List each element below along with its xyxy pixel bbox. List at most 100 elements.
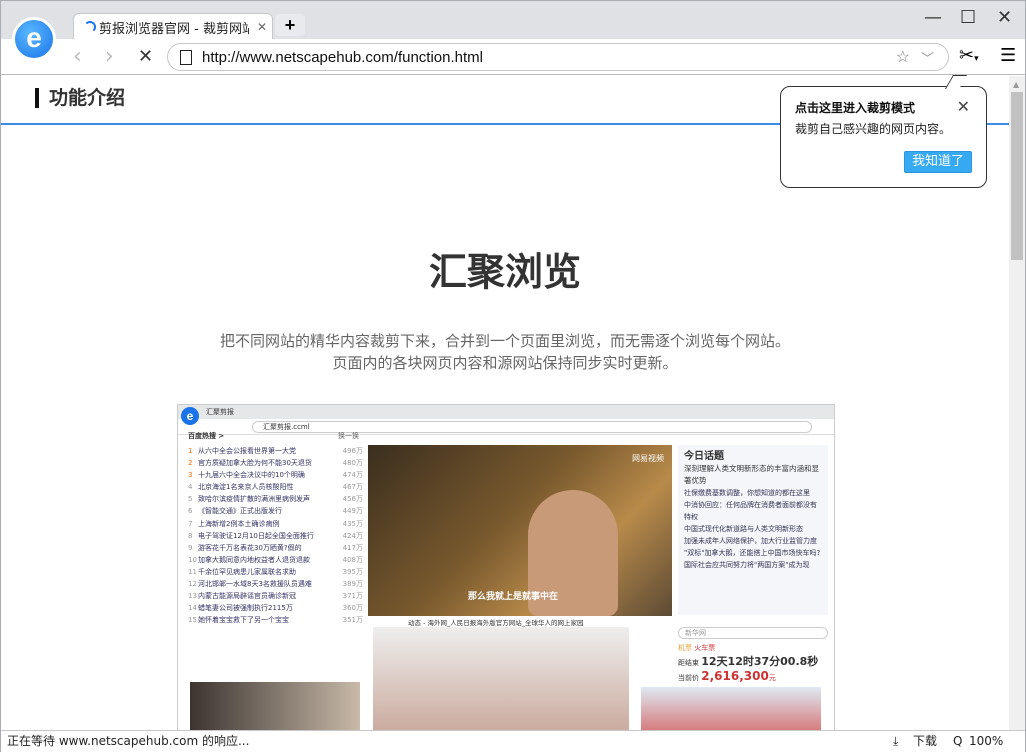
hot-list-item[interactable]: 8 电子驾驶证12月10日起全国全面推行 424万 xyxy=(188,530,363,542)
preview-video: 网易视频 那么我就上是就事中在 xyxy=(368,445,672,616)
hot-list-item[interactable]: 3 十九届六中全会决议中的10个明确 474万 xyxy=(188,469,363,481)
countdown-label: 距结束 xyxy=(678,659,699,667)
countdown: 12天12时37分00.8秒 xyxy=(701,655,819,668)
tab-close-icon[interactable]: ✕ xyxy=(257,20,267,34)
hot-list-item[interactable]: 13 内蒙古能源局辟谣官员确诊新冠 371万 xyxy=(188,590,363,602)
address-bar[interactable]: http://www.netscapehub.com/function.html… xyxy=(167,43,949,71)
train-label: 火车票 xyxy=(694,644,716,652)
got-it-button[interactable]: 我知道了 xyxy=(904,151,972,173)
hot-list: 1 从六中全会公报看世界第一大党 496万 2 官方质疑加拿大脸为何不能30天退货 480… xyxy=(188,445,363,626)
news-item[interactable]: 中国式现代化新道路与人类文明新形态 xyxy=(684,523,822,535)
hot-list-item[interactable]: 15 她怀着宝宝救下了另一个宝宝 351万 xyxy=(188,614,363,626)
rank: 11 xyxy=(188,567,197,576)
hot-list-item[interactable]: 10 加拿大鹅同意内地权益者人退货退款 408万 xyxy=(188,554,363,566)
tab-bar: 剪报浏览器官网 - 裁剪网站 ✕ + — ☐ ✕ xyxy=(1,1,1025,40)
stop-button[interactable]: ✕ xyxy=(138,46,153,67)
hot-count: 424万 xyxy=(342,531,363,540)
status-bar: 正在等待 www.netscapehub.com 的响应... ⤓ 下载 Q 1… xyxy=(1,730,1025,752)
rank: 12 xyxy=(188,580,197,589)
hot-count: 417万 xyxy=(342,543,363,552)
zoom-icon[interactable]: Q xyxy=(953,731,962,751)
rank: 9 xyxy=(188,543,193,552)
news-item[interactable]: 中消协回应：任何品牌在消费者面前都没有特权 xyxy=(684,499,822,523)
hot-count: 371万 xyxy=(342,592,363,601)
video-brand: 网易视频 xyxy=(632,454,664,463)
clip-mode-scissors-icon[interactable]: ✂▾ xyxy=(959,45,979,66)
video-caption: 那么我就上是就事中在 xyxy=(468,592,559,602)
hot-list-item[interactable]: 1 从六中全会公报看世界第一大党 496万 xyxy=(188,445,363,457)
hot-list-item[interactable]: 2 官方质疑加拿大脸为何不能30天退货 480万 xyxy=(188,457,363,469)
news-brand: 今日话题 xyxy=(684,451,724,462)
hot-list-item[interactable]: 4 北京海淀1名来京人员核酸阳性 467万 xyxy=(188,481,363,493)
toolbar: ‹ › ✕ http://www.netscapehub.com/functio… xyxy=(1,39,1025,75)
close-icon[interactable]: ✕ xyxy=(957,97,970,116)
scrollbar-thumb[interactable] xyxy=(1011,92,1023,260)
ticker: 新华网 机票 火车票 距结束 12天12时37分00.8秒 当前价 2,616,… xyxy=(678,627,828,683)
hot-title-text: 河北邯郸一水域8天3名救援队员遇难 xyxy=(198,580,312,589)
rank: 2 xyxy=(188,459,193,468)
hot-list-item[interactable]: 9 游客花千万名表花30万晒黄?假的 417万 xyxy=(188,542,363,554)
hot-list-item[interactable]: 14 蜡笔妻公司被强制执行2115万 360万 xyxy=(188,602,363,614)
close-window-button[interactable]: ✕ xyxy=(997,7,1012,28)
hot-count: 456万 xyxy=(342,495,363,504)
scroll-up-icon[interactable]: ▲ xyxy=(1013,80,1019,89)
bookmark-star-icon[interactable]: ☆ xyxy=(896,47,910,67)
hot-title-text: 致哈尔滨疫情扩散的满洲里病例发声 xyxy=(198,495,310,504)
chevron-down-icon[interactable]: ﹀ xyxy=(921,48,934,67)
menu-icon[interactable]: ☰ xyxy=(1000,45,1016,66)
hot-count: 435万 xyxy=(342,519,363,528)
loading-spinner-icon xyxy=(84,21,96,33)
forward-button[interactable]: › xyxy=(105,44,114,69)
rank: 3 xyxy=(188,471,193,480)
page-heading: 汇聚浏览 xyxy=(428,250,581,294)
hot-list-item[interactable]: 5 致哈尔滨疫情扩散的满洲里病例发声 456万 xyxy=(188,493,363,505)
download-icon[interactable]: ⤓ xyxy=(893,731,898,751)
hot-count: 449万 xyxy=(342,507,363,516)
minimize-button[interactable]: — xyxy=(924,7,942,28)
hot-count: 474万 xyxy=(342,471,363,480)
hot-title-text: 从六中全会公报看世界第一大党 xyxy=(198,447,296,455)
preview-photo-2 xyxy=(373,627,629,730)
news-item[interactable]: 国际社会应共同努力将"两国方案"成为现 xyxy=(684,559,822,571)
rank: 10 xyxy=(188,555,197,564)
hot-list-item[interactable]: 7 上海新增2例本土确诊病例 435万 xyxy=(188,518,363,530)
browser-logo: e xyxy=(12,17,56,61)
preview-tab: 汇聚剪报 xyxy=(206,408,234,416)
hot-list-item[interactable]: 6 《智能交通》正式出版发行 449万 xyxy=(188,505,363,517)
download-button[interactable]: 下载 xyxy=(913,731,937,751)
hot-title-text: 游客花千万名表花30万晒黄?假的 xyxy=(198,543,302,552)
page-description: 把不同网站的精华内容裁剪下来，合并到一个页面里浏览，而无需逐个浏览每个网站。页面… xyxy=(219,332,790,372)
hot-count: 408万 xyxy=(342,555,363,564)
hot-list-item[interactable]: 12 河北邯郸一水域8天3名救援队员遇难 389万 xyxy=(188,578,363,590)
hot-title: 百度热搜 > xyxy=(188,432,225,440)
back-button[interactable]: ‹ xyxy=(73,44,82,69)
rank: 15 xyxy=(188,616,197,625)
hot-count: 351万 xyxy=(342,616,363,625)
maximize-button[interactable]: ☐ xyxy=(960,7,976,28)
rank: 13 xyxy=(188,592,197,601)
tooltip-title: 点击这里进入裁剪模式 xyxy=(795,101,916,115)
zoom-level[interactable]: 100% xyxy=(969,731,1003,751)
hot-count: 360万 xyxy=(342,604,363,613)
feed-caption: 动态 - 海外网_人民日报海外版官方网站_全球华人的网上家园 xyxy=(408,619,584,627)
hot-list-item[interactable]: 11 千余位罕见病患儿家属联名求助 395万 xyxy=(188,566,363,578)
tooltip-message: 裁剪自己感兴趣的网页内容。 xyxy=(795,122,952,136)
hot-count: 480万 xyxy=(342,459,363,468)
rank: 7 xyxy=(188,519,193,528)
rank: 1 xyxy=(188,447,193,455)
scrollbar[interactable]: ▲ xyxy=(1009,76,1025,730)
news-item[interactable]: 社保缴费基数调整，你想知道的都在这里 xyxy=(684,487,822,499)
news-item[interactable]: 加强未成年人网络保护，加大行业监管力度 xyxy=(684,535,822,547)
rank: 5 xyxy=(188,495,193,504)
news-item[interactable]: "双标"加拿大鹅，还能搭上中国市场快车吗? xyxy=(684,547,822,559)
hot-title-text: 《智能交通》正式出版发行 xyxy=(198,507,282,516)
hot-count: 467万 xyxy=(342,483,363,492)
hot-title-text: 她怀着宝宝救下了另一个宝宝 xyxy=(198,616,289,625)
price-label: 当前价 xyxy=(678,674,699,682)
hot-title-text: 官方质疑加拿大脸为何不能30天退货 xyxy=(198,459,312,468)
tab-active[interactable]: 剪报浏览器官网 - 裁剪网站 ✕ xyxy=(73,13,273,40)
hot-title-text: 电子驾驶证12月10日起全国全面推行 xyxy=(198,531,314,540)
preview-search: 新华网 xyxy=(678,627,828,639)
url-text: http://www.netscapehub.com/function.html xyxy=(202,48,483,66)
new-tab-button[interactable]: + xyxy=(275,14,305,36)
